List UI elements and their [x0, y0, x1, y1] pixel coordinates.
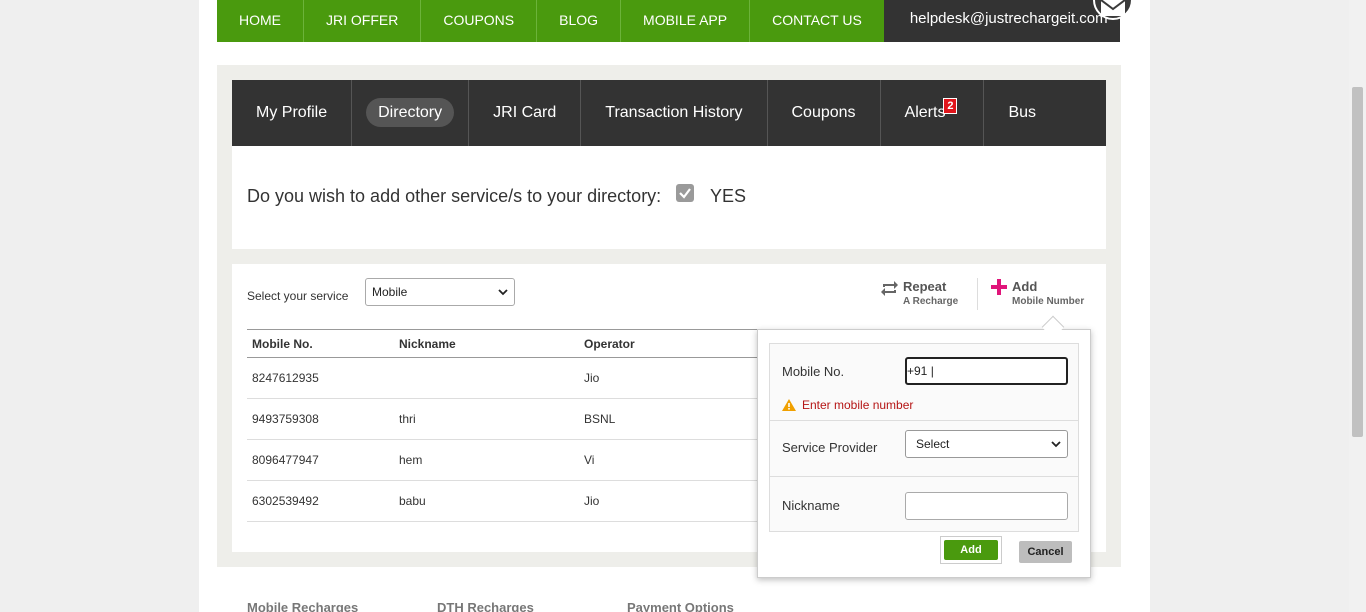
column-header-nickname: Nickname [399, 336, 456, 351]
nav-contact-us-link[interactable]: CONTACT US [750, 0, 884, 42]
provider-row: Service Provider Select [770, 421, 1078, 477]
alerts-count-badge: 2 [943, 98, 958, 114]
top-navigation: HOME JRI OFFER COUPONS BLOG MOBILE APP C… [217, 0, 1120, 42]
nav-blog-link[interactable]: BLOG [537, 0, 622, 42]
tab-label: JRI Card [493, 104, 557, 121]
tab-label: Directory [366, 98, 455, 127]
tab-my-profile[interactable]: My Profile [232, 80, 353, 146]
warning-icon [782, 399, 796, 411]
table-header: Mobile No. Nickname Operator [247, 329, 807, 358]
tab-alerts[interactable]: Alerts 2 [881, 80, 985, 146]
repeat-title: Repeat [903, 279, 947, 294]
actions-divider [977, 278, 978, 310]
page-scrollbar[interactable] [1349, 0, 1366, 612]
nickname-input[interactable] [905, 492, 1068, 520]
tab-coupons[interactable]: Coupons [768, 80, 881, 146]
tab-label: Bus [1008, 104, 1037, 121]
nav-jri-offer-link[interactable]: JRI OFFER [304, 0, 422, 42]
add-number-popup: Mobile No. +91 | Enter mobile number Ser… [757, 329, 1091, 578]
table-row[interactable]: 9493759308 thri BSNL [247, 399, 807, 440]
directory-table: Mobile No. Nickname Operator 8247612935 … [247, 329, 807, 522]
nav-mobile-app-link[interactable]: MOBILE APP [621, 0, 751, 42]
service-selected-value: Mobile [372, 285, 408, 299]
directory-prompt-panel: Do you wish to add other service/s to yo… [232, 146, 1106, 249]
cancel-button[interactable]: Cancel [1019, 541, 1072, 563]
plus-icon [991, 279, 1007, 295]
tab-jri-card[interactable]: JRI Card [469, 80, 582, 146]
add-number-form: Mobile No. +91 | Enter mobile number Ser… [769, 343, 1079, 532]
directory-question: Do you wish to add other service/s to yo… [247, 186, 662, 206]
repeat-subtitle: A Recharge [903, 296, 959, 307]
mobile-error-text: Enter mobile number [802, 398, 914, 412]
tab-label: My Profile [256, 104, 328, 121]
column-header-mobile: Mobile No. [252, 336, 313, 351]
cell-mobile: 6302539492 [252, 494, 319, 508]
add-subtitle: Mobile Number [1012, 296, 1085, 307]
scrollbar-thumb[interactable] [1352, 87, 1363, 437]
cell-nickname: thri [399, 412, 416, 426]
chevron-down-icon [498, 289, 508, 296]
mobile-label: Mobile No. [782, 364, 845, 379]
provider-label: Service Provider [782, 440, 878, 455]
tab-bus[interactable]: Bus [984, 80, 1060, 146]
service-label: Select your service [247, 289, 349, 303]
mobile-row: Mobile No. +91 | Enter mobile number [770, 344, 1078, 421]
top-nav-links: HOME JRI OFFER COUPONS BLOG MOBILE APP C… [217, 0, 884, 42]
mobile-number-input[interactable]: +91 | [905, 357, 1068, 385]
tab-label: Coupons [791, 104, 856, 121]
add-button[interactable]: Add [940, 536, 1002, 564]
nav-coupons-link[interactable]: COUPONS [421, 0, 538, 42]
tab-label: Transaction History [605, 104, 743, 121]
yes-checkbox[interactable] [676, 184, 694, 202]
table-row[interactable]: 6302539492 babu Jio [247, 481, 807, 522]
service-select[interactable]: Mobile [365, 278, 515, 306]
yes-label: YES [710, 186, 747, 206]
helpdesk-email[interactable]: helpdesk@justrechargeit.com [883, 0, 1120, 42]
add-button-label: Add [944, 540, 998, 560]
footer-link-dth-recharges[interactable]: DTH Recharges [437, 600, 534, 612]
nickname-label: Nickname [782, 498, 840, 513]
add-title: Add [1012, 279, 1038, 294]
nickname-row: Nickname [770, 477, 1078, 532]
tab-label: Alerts [904, 104, 946, 121]
service-provider-select[interactable]: Select [905, 430, 1068, 458]
account-tabs: My Profile Directory JRI Card Transactio… [232, 80, 1106, 146]
provider-selected-value: Select [916, 437, 950, 451]
nav-home-link[interactable]: HOME [217, 0, 304, 42]
cell-nickname: hem [399, 453, 423, 467]
chevron-down-icon [1051, 441, 1061, 448]
footer-link-mobile-recharges[interactable]: Mobile Recharges [247, 600, 358, 612]
cell-mobile: 9493759308 [252, 412, 319, 426]
tab-directory[interactable]: Directory [352, 80, 470, 146]
table-row[interactable]: 8096477947 hem Vi [247, 440, 807, 481]
repeat-icon [881, 281, 898, 296]
cell-nickname: babu [399, 494, 426, 508]
mobile-error: Enter mobile number [782, 398, 913, 412]
footer-link-payment-options[interactable]: Payment Options [627, 600, 734, 612]
cell-mobile: 8096477947 [252, 453, 319, 467]
table-row[interactable]: 8247612935 Jio [247, 358, 807, 399]
tab-transaction-history[interactable]: Transaction History [581, 80, 768, 146]
cell-mobile: 8247612935 [252, 371, 319, 385]
